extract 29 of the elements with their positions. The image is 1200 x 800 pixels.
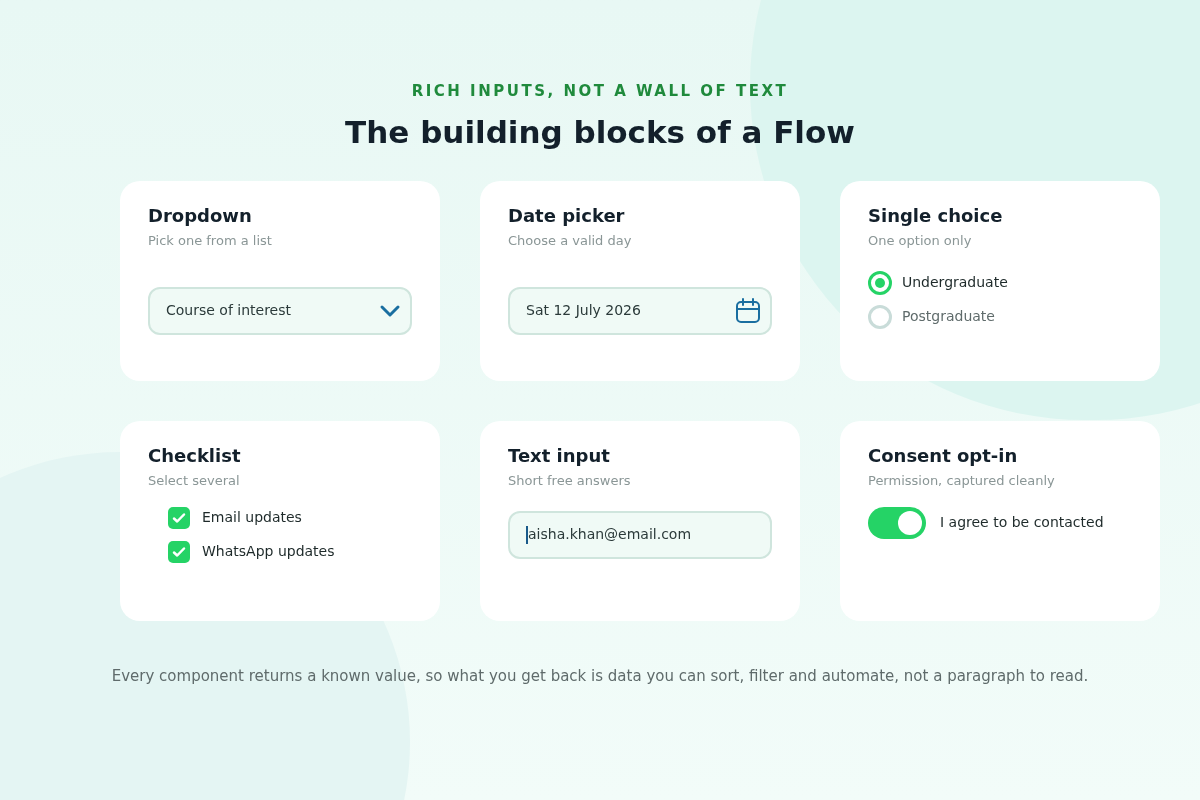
checkbox[interactable] [168,506,190,529]
page-title: The building blocks of a Flow [345,112,855,152]
toggle-switch[interactable] [868,506,926,539]
card-title: Dropdown [148,205,253,227]
card-subtitle: Select several [148,472,241,490]
eyebrow-text: RICH INPUTS, NOT A WALL OF TEXT [411,81,789,102]
card-title: Consent opt-in [868,445,1019,467]
radio-button[interactable] [868,270,892,295]
card-title: Checklist [148,445,242,467]
card-subtitle: Short free answers [508,472,632,490]
dropdown[interactable]: Course of interest [148,286,412,335]
checkbox-label: Email updates [202,508,302,527]
radio-button[interactable] [868,304,892,329]
card-title: Text input [508,445,611,467]
card-subtitle: Choose a valid day [508,232,633,250]
radio-label: Postgraduate [902,307,995,326]
card-subtitle: Permission, captured cleanly [868,472,1056,490]
card-subtitle: One option only [868,232,973,250]
checkbox[interactable] [168,540,190,563]
checkbox-label: WhatsApp updates [202,542,335,561]
calendar-icon [734,296,762,325]
text-field[interactable]: aisha.khan@email.com [508,510,772,559]
card-subtitle: Pick one from a list [148,232,273,250]
card-title: Single choice [868,205,1004,227]
footer-text: Every component returns a known value, so what you get back is data you can sort, filter and automate, not a paragraph to read. [111,666,1089,687]
date-field[interactable]: Sat 12 July 2026 [508,286,772,335]
radio-label: Undergraduate [902,273,1008,292]
card-title: Date picker [508,205,626,227]
toggle-label: I agree to be contacted [940,513,1104,532]
